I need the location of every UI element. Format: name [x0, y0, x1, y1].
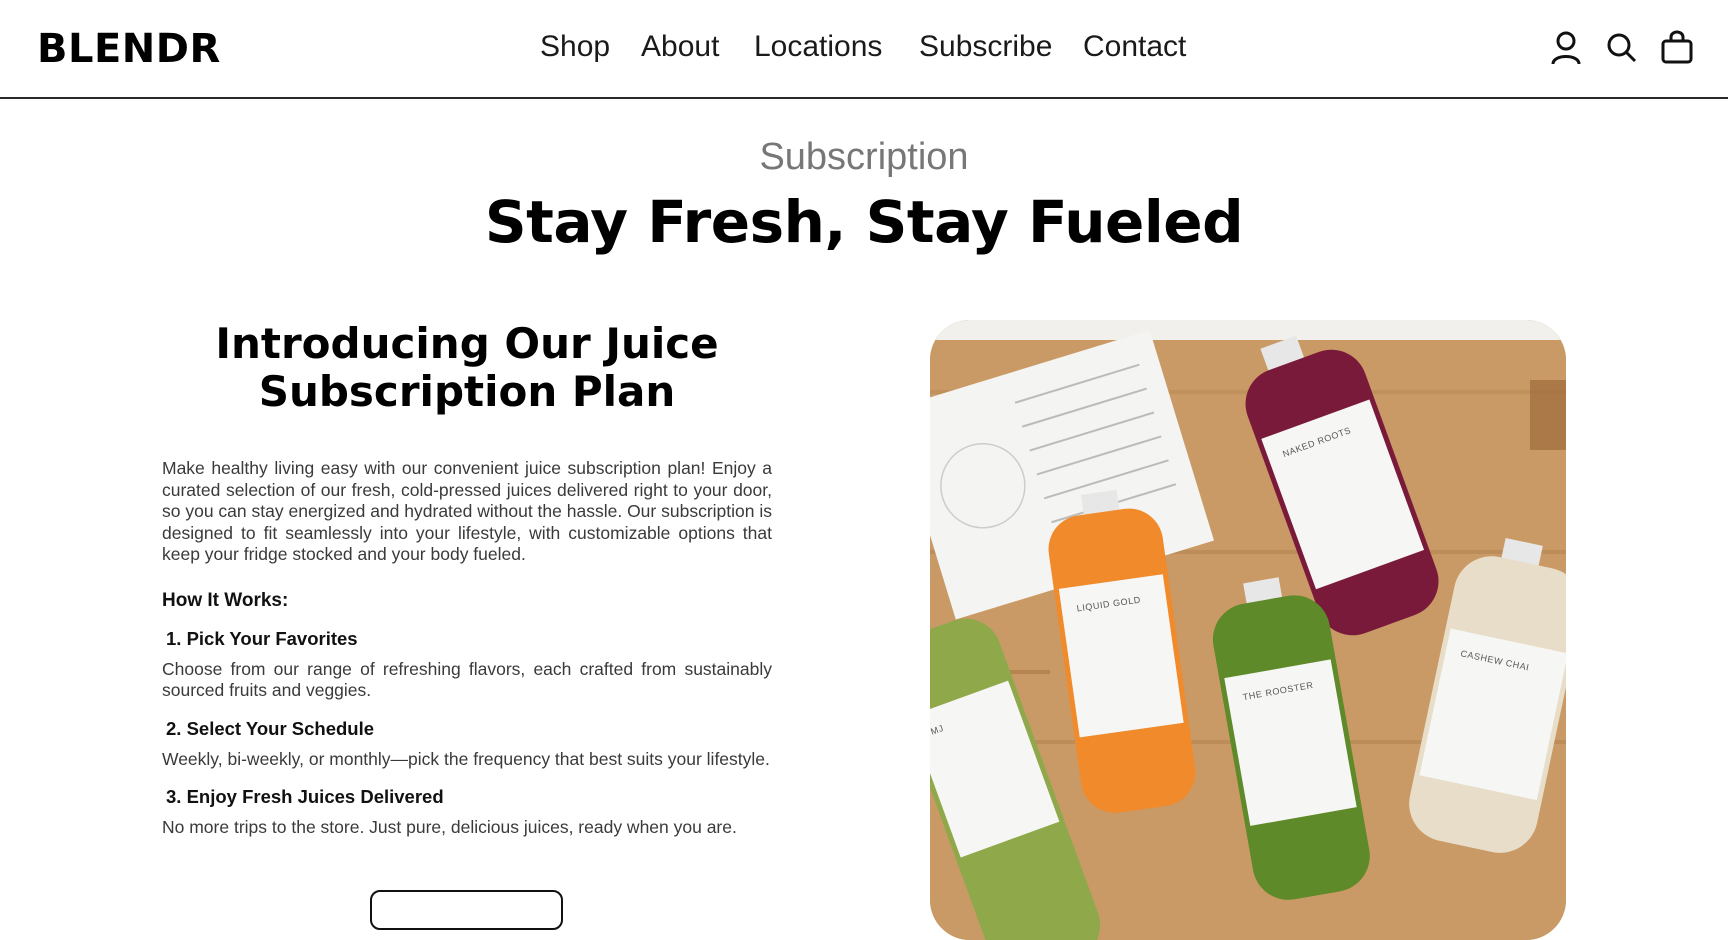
brand-logo[interactable]: BLENDR [37, 26, 221, 72]
nav-item-about[interactable]: About [641, 30, 719, 64]
nav-item-contact[interactable]: Contact [1083, 30, 1186, 64]
shopping-bag-icon[interactable] [1660, 30, 1694, 66]
step-body: Choose from our range of refreshing flav… [162, 658, 772, 701]
intro-section: Introducing Our Juice Subscription Plan … [162, 320, 772, 839]
subscribe-cta-button[interactable] [370, 890, 563, 930]
step-body: Weekly, bi-weekly, or monthly—pick the f… [162, 748, 770, 769]
search-icon[interactable] [1604, 30, 1638, 66]
intro-body: Make healthy living easy with our conven… [162, 458, 772, 564]
section-eyebrow: Subscription [759, 136, 969, 178]
step-title: 1. Pick Your Favorites [166, 627, 358, 649]
user-icon[interactable] [1549, 30, 1583, 66]
nav-item-locations[interactable]: Locations [754, 30, 882, 64]
step-title: 2. Select Your Schedule [166, 717, 375, 739]
page-headline: Stay Fresh, Stay Fueled [484, 188, 1244, 256]
step-title: 3. Enjoy Fresh Juices Delivered [166, 786, 444, 807]
intro-title: Introducing Our Juice Subscription Plan [215, 319, 719, 416]
juice-bottles-photo: MJ LIQUID GOLD NAKED ROOTS THE ROOSTER C… [930, 320, 1566, 940]
site-header: BLENDR Shop About Locations Subscribe Co… [0, 0, 1728, 99]
step-body: No more trips to the store. Just pure, d… [162, 817, 737, 837]
nav-item-shop[interactable]: Shop [540, 30, 610, 64]
how-it-works-heading: How It Works: [162, 589, 289, 611]
nav-item-subscribe[interactable]: Subscribe [919, 30, 1052, 64]
